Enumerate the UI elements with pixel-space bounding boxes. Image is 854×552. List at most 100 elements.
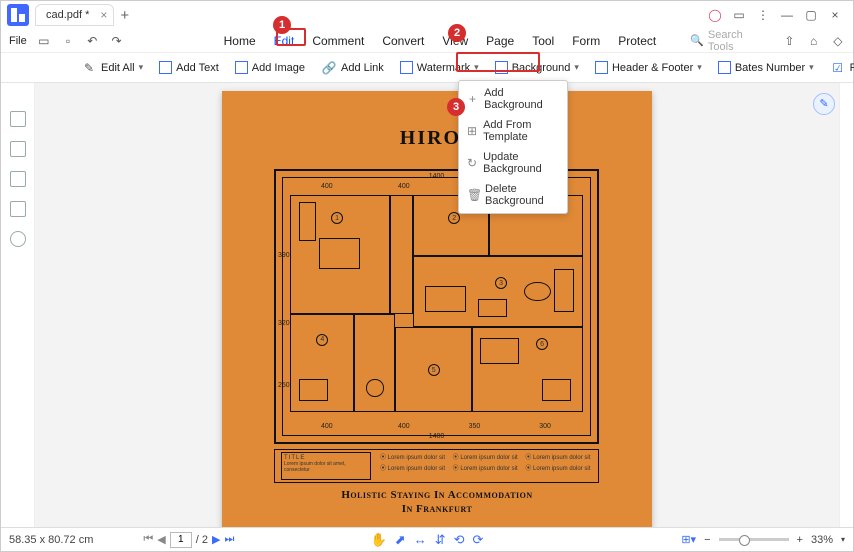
attachments-icon[interactable] <box>10 201 26 217</box>
bates-icon <box>718 61 731 74</box>
last-page-icon[interactable]: ⏭ <box>224 533 234 546</box>
search-placeholder: Search Tools <box>708 29 762 53</box>
zoom-in-icon[interactable]: + <box>797 534 803 546</box>
info-grid: Lorem ipsum dolor sitLorem ipsum dolor s… <box>380 452 592 480</box>
tab-protect[interactable]: Protect <box>618 34 656 48</box>
view-mode-icon[interactable]: ⊞▾ <box>681 533 696 546</box>
zoom-slider[interactable] <box>719 538 789 541</box>
scrollbar[interactable] <box>839 83 853 527</box>
floating-tool-button[interactable]: ✎ <box>813 93 835 115</box>
zoom-value: 33% <box>811 534 833 546</box>
step-indicator-3: 3 <box>447 98 465 116</box>
rotate-cw-icon[interactable]: ⟳ <box>473 532 484 548</box>
room-num-5: 5 <box>428 364 440 376</box>
close-window-icon[interactable]: × <box>823 8 847 22</box>
text-icon <box>159 61 172 74</box>
trash-icon: 🗑 <box>467 188 479 202</box>
undo-icon[interactable]: ↶ <box>85 34 99 48</box>
account-icon[interactable]: ◯ <box>703 8 727 22</box>
page-total: / 2 <box>196 534 208 546</box>
tab-tool[interactable]: Tool <box>532 34 554 48</box>
help-icon[interactable]: ◇ <box>831 34 845 48</box>
step-indicator-2: 2 <box>448 24 466 42</box>
document-tab[interactable]: cad.pdf * × <box>35 4 114 26</box>
add-link-button[interactable]: 🔗Add Link <box>321 61 384 75</box>
watermark-button[interactable]: Watermark▾ <box>400 61 479 74</box>
step-indicator-1: 1 <box>273 16 291 34</box>
doc-footer-line2: In Frankfurt <box>222 503 652 515</box>
select-tool-icon[interactable]: ⬈ <box>395 532 406 548</box>
dropdown-add-from-template[interactable]: ⊞Add From Template <box>459 115 567 147</box>
read-button[interactable]: ☑Read <box>830 61 854 75</box>
tab-edit[interactable]: Edit <box>274 34 295 48</box>
header-footer-icon <box>595 61 608 74</box>
hand-tool-icon[interactable]: ✋ <box>371 532 387 548</box>
more-icon[interactable]: ⋮ <box>751 8 775 22</box>
fit-width-icon[interactable]: ↔ <box>414 532 427 547</box>
tab-page[interactable]: Page <box>486 34 514 48</box>
add-text-button[interactable]: Add Text <box>159 61 219 74</box>
image-icon <box>235 61 248 74</box>
tab-home[interactable]: Home <box>224 34 256 48</box>
file-menu[interactable]: File <box>9 35 27 47</box>
page-1: HIROS 1400 400 400 350 300 390 320 250 4… <box>222 91 652 527</box>
dropdown-add-background[interactable]: +Add Background <box>459 83 567 115</box>
doc-footer-line1: Holistic Staying In Accommodation <box>222 489 652 501</box>
comments-icon[interactable] <box>10 171 26 187</box>
zoom-dropdown-icon[interactable]: ▾ <box>841 535 845 544</box>
dropdown-update-background[interactable]: ↻Update Background <box>459 147 567 179</box>
tab-form[interactable]: Form <box>572 34 600 48</box>
doc-title: HIROS <box>222 127 652 150</box>
refresh-icon: ↻ <box>467 156 477 170</box>
search-tools[interactable]: 🔍 Search Tools <box>690 29 762 53</box>
first-page-icon[interactable]: ⏮ <box>143 533 153 546</box>
present-icon[interactable]: ▭ <box>727 8 751 22</box>
prev-page-icon[interactable]: ◀ <box>157 533 165 546</box>
title-bar: cad.pdf * × + ◯ ▭ ⋮ — ▢ × <box>1 1 853 29</box>
bates-number-button[interactable]: Bates Number▾ <box>718 61 814 74</box>
search-icon: 🔍 <box>690 34 704 47</box>
zoom-out-icon[interactable]: − <box>704 534 710 546</box>
document-canvas[interactable]: HIROS 1400 400 400 350 300 390 320 250 4… <box>35 83 839 527</box>
fit-page-icon[interactable]: ⇵ <box>435 532 446 548</box>
page-input[interactable] <box>170 532 192 548</box>
background-button[interactable]: Background▾ <box>495 61 579 74</box>
add-tab-button[interactable]: + <box>120 7 129 24</box>
next-page-icon[interactable]: ▶ <box>212 533 220 546</box>
ribbon: ✎Edit All▾ Add Text Add Image 🔗Add Link … <box>1 53 853 83</box>
header-footer-button[interactable]: Header & Footer▾ <box>595 61 702 74</box>
watermark-icon <box>400 61 413 74</box>
info-title-text: Lorem ipsum dolor sit amet, consectetur <box>284 461 368 473</box>
page-size: 58.35 x 80.72 cm <box>9 534 93 546</box>
info-band: TITLE Lorem ipsum dolor sit amet, consec… <box>274 449 599 483</box>
link-icon: 🔗 <box>321 61 337 75</box>
save-icon[interactable]: ▫ <box>61 34 75 48</box>
bookmarks-icon[interactable] <box>10 141 26 157</box>
minimize-icon[interactable]: — <box>775 8 799 22</box>
background-icon <box>495 61 508 74</box>
read-icon: ☑ <box>830 61 846 75</box>
edit-all-button[interactable]: ✎Edit All▾ <box>81 61 143 75</box>
share-icon[interactable]: ⇧ <box>782 34 796 48</box>
maximize-icon[interactable]: ▢ <box>799 8 823 22</box>
plus-icon: + <box>467 92 478 106</box>
redo-icon[interactable]: ↷ <box>109 34 123 48</box>
tab-convert[interactable]: Convert <box>382 34 424 48</box>
app-logo-icon <box>7 4 29 26</box>
open-icon[interactable]: ▭ <box>37 34 51 48</box>
dropdown-delete-background[interactable]: 🗑Delete Background <box>459 179 567 211</box>
tab-label: cad.pdf * <box>46 9 89 21</box>
add-image-button[interactable]: Add Image <box>235 61 305 74</box>
thumbnails-icon[interactable] <box>10 111 26 127</box>
edit-icon: ✎ <box>81 61 97 75</box>
search-panel-icon[interactable] <box>10 231 26 247</box>
status-bar: 58.35 x 80.72 cm ⏮ ◀ / 2 ▶ ⏭ ✋ ⬈ ↔ ⇵ ⟲ ⟳… <box>1 527 853 551</box>
background-dropdown: +Add Background ⊞Add From Template ↻Upda… <box>458 80 568 214</box>
left-sidebar <box>1 83 35 527</box>
template-icon: ⊞ <box>467 124 477 138</box>
cloud-icon[interactable]: ⌂ <box>807 34 821 48</box>
view-tools: ✋ ⬈ ↔ ⇵ ⟲ ⟳ <box>371 532 484 548</box>
rotate-ccw-icon[interactable]: ⟲ <box>454 532 465 548</box>
close-tab-icon[interactable]: × <box>100 8 107 22</box>
tab-comment[interactable]: Comment <box>312 34 364 48</box>
